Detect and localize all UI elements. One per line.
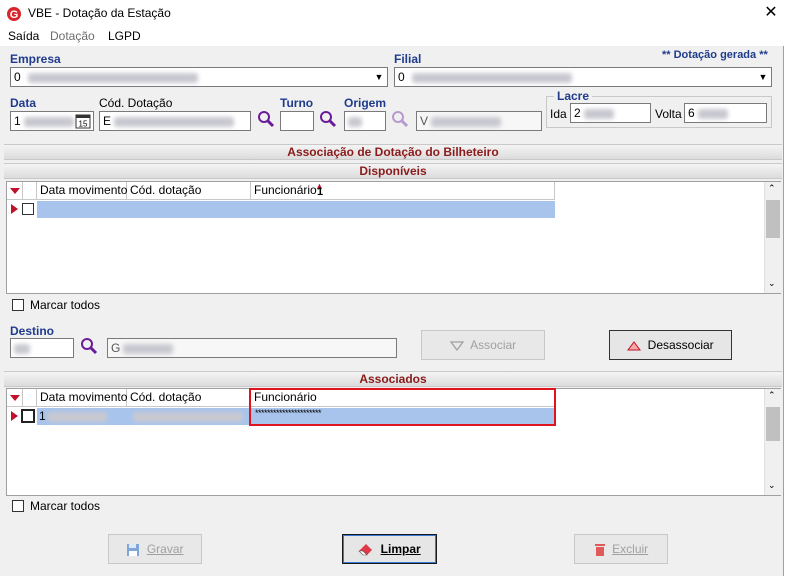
limpar-button[interactable]: Limpar [342, 534, 437, 564]
destino-description: G [107, 338, 397, 358]
origem-label: Origem [344, 96, 387, 110]
main-window: G VBE - Dotação da Estação ✕ Saída Dotaç… [0, 0, 784, 576]
destino-label: Destino [10, 324, 55, 338]
col-cod-dotacao[interactable]: Cód. dotação [127, 389, 251, 407]
chevron-down-icon[interactable]: ⌄ [768, 278, 776, 289]
marcar-todos-disponiveis-label: Marcar todos [30, 298, 101, 312]
search-icon[interactable] [319, 110, 337, 128]
svg-text:15: 15 [79, 120, 88, 129]
cell-data-movimento: 1 [39, 409, 46, 423]
cod-dotacao-field[interactable]: E [99, 111, 251, 131]
search-icon[interactable] [257, 110, 275, 128]
menu-bar: Saída Dotação LGPD [0, 28, 784, 46]
col-funcionario[interactable]: Funcionário ▲ 1 [251, 181, 555, 200]
cod-dotacao-label: Cód. Dotação [99, 96, 173, 110]
ida-field[interactable]: 2 [570, 103, 651, 123]
triangle-down-icon [449, 341, 465, 351]
marcar-todos-associados-checkbox[interactable] [12, 500, 24, 512]
menu-saida[interactable]: Saída [8, 29, 39, 43]
background-strip [785, 0, 790, 576]
associados-title: Associados [4, 371, 782, 387]
chevron-down-icon[interactable]: ▼ [755, 68, 771, 86]
col-cod-dotacao[interactable]: Cód. dotação [127, 182, 251, 200]
trash-icon [594, 543, 605, 556]
highlight-box [249, 388, 556, 426]
grid-filter-cell[interactable] [7, 389, 23, 407]
disponiveis-scrollbar[interactable]: ⌃ ⌄ [764, 182, 781, 293]
turno-field[interactable] [280, 111, 314, 131]
filial-select[interactable]: 0 ▼ [394, 67, 772, 87]
filial-value: 0 [398, 70, 405, 84]
associar-button[interactable]: Associar [421, 330, 545, 360]
data-label: Data [10, 96, 37, 110]
lacre-label: Lacre [554, 89, 593, 103]
table-row[interactable] [37, 201, 555, 218]
empresa-label: Empresa [10, 52, 61, 66]
eraser-icon [358, 543, 373, 556]
volta-field[interactable]: 6 [684, 103, 767, 123]
sort-order-badge: 1 [317, 186, 324, 198]
empresa-select[interactable]: 0 ▼ [10, 67, 388, 87]
destino-field[interactable] [10, 338, 74, 358]
app-logo-icon: G [7, 7, 21, 21]
scroll-thumb[interactable] [766, 200, 780, 238]
row-checkbox[interactable] [22, 203, 34, 215]
desassociar-button[interactable]: Desassociar [609, 330, 732, 360]
associacao-title: Associação de Dotação do Bilheteiro [4, 144, 782, 160]
marcar-todos-associados-label: Marcar todos [30, 499, 101, 513]
filial-label: Filial [394, 52, 422, 66]
svg-text:G: G [10, 9, 19, 21]
associados-scrollbar[interactable]: ⌃ ⌄ [764, 389, 781, 495]
save-icon [127, 543, 140, 556]
triangle-up-icon [627, 340, 642, 351]
chevron-up-icon[interactable]: ⌃ [768, 390, 776, 401]
ida-label: Ida [550, 107, 567, 121]
chevron-down-icon[interactable]: ⌄ [768, 480, 776, 491]
col-data-movimento[interactable]: Data movimento [37, 182, 127, 200]
empresa-value: 0 [14, 70, 21, 84]
row-indicator-icon [11, 204, 18, 214]
gravar-button[interactable]: Gravar [108, 534, 202, 564]
search-icon[interactable] [391, 110, 409, 128]
grid-filter-cell[interactable] [7, 182, 23, 200]
origem-description: V [416, 111, 542, 131]
turno-label: Turno [280, 96, 314, 110]
disponiveis-title: Disponíveis [4, 163, 782, 179]
marcar-todos-disponiveis-checkbox[interactable] [12, 299, 24, 311]
volta-label: Volta [655, 107, 682, 121]
search-icon[interactable] [80, 337, 98, 355]
excluir-button[interactable]: Excluir [574, 534, 668, 564]
dotacao-gerada-status: ** Dotação gerada ** [662, 49, 768, 61]
chevron-up-icon[interactable]: ⌃ [768, 183, 776, 194]
origem-field[interactable] [344, 111, 386, 131]
close-icon[interactable]: ✕ [760, 2, 782, 24]
row-indicator-icon [11, 411, 18, 421]
title-bar: G VBE - Dotação da Estação ✕ [0, 0, 784, 28]
scroll-thumb[interactable] [766, 407, 780, 441]
chevron-down-icon[interactable]: ▼ [371, 68, 387, 86]
calendar-icon[interactable]: 15 [75, 113, 91, 129]
filter-arrow-icon[interactable] [8, 391, 22, 405]
filter-arrow-icon[interactable] [8, 184, 22, 198]
menu-lgpd[interactable]: LGPD [108, 29, 141, 43]
row-checkbox[interactable] [21, 409, 35, 423]
disponiveis-grid[interactable]: Data movimento Cód. dotação Funcionário … [6, 181, 781, 294]
window-title: VBE - Dotação da Estação [28, 6, 171, 20]
col-data-movimento[interactable]: Data movimento [37, 389, 127, 407]
menu-dotacao[interactable]: Dotação [50, 29, 95, 43]
